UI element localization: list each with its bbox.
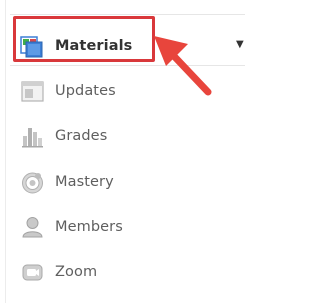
sidebar-item-materials[interactable]: Materials [20,31,132,61]
sidebar-item-label: Members [55,219,123,235]
zoom-icon [20,260,45,285]
sidebar-item-label: Mastery [55,174,114,190]
sidebar-item-zoom[interactable]: Zoom [20,257,97,287]
members-icon [20,215,45,240]
materials-icon [20,34,45,59]
sidebar-item-members[interactable]: Members [20,212,123,242]
mastery-icon [20,170,45,195]
grades-icon [20,124,45,149]
chevron-down-icon[interactable]: ▼ [236,40,244,50]
sidebar-item-grades[interactable]: Grades [20,121,107,151]
sidebar-item-mastery[interactable]: Mastery [20,167,114,197]
sidebar-item-label: Zoom [55,264,98,280]
sidebar-item-updates[interactable]: Updates [20,76,116,106]
course-navigation-screenshot: Materials ▼ Updates Grades Mastery Membe… [0,0,246,303]
sidebar-item-label: Grades [55,128,108,144]
sidebar-item-label: Materials [55,38,133,54]
updates-icon [20,79,45,104]
sidebar-item-label: Updates [55,83,116,99]
